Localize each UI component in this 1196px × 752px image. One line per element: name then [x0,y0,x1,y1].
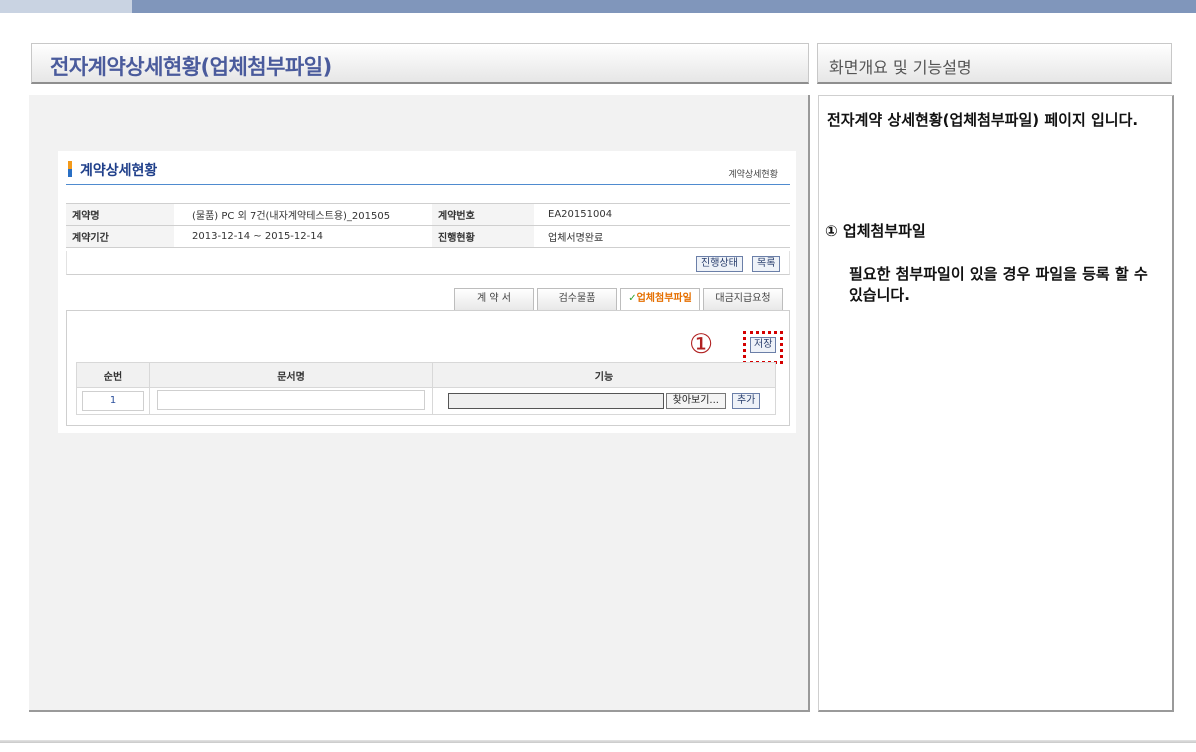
page-title: 전자계약상세현황(업체첨부파일) [50,55,332,79]
status-button[interactable]: 진행상태 [696,256,743,272]
page-title-box: 전자계약상세현황(업체첨부파일) [31,43,809,84]
description-heading: 전자계약 상세현황(업체첨부파일) 페이지 입니다. [827,111,1139,129]
description-panel: 전자계약 상세현황(업체첨부파일) 페이지 입니다. ① 업체첨부파일 필요한 … [818,95,1174,712]
contract-period-label: 계약기간 [66,225,174,248]
tab-inspection-items[interactable]: 검수물품 [537,288,617,310]
contract-no-label: 계약번호 [432,203,534,226]
top-accent-bar-light [0,0,132,13]
breadcrumb[interactable]: 계약상세현황 [728,167,778,180]
contract-info-table: 계약명 (물품) PC 외 7건(내자계약테스트용)_201505 계약번호 E… [66,203,790,248]
description-title: 화면개요 및 기능설명 [829,58,972,77]
tab-payment-request[interactable]: 대금지급요청 [703,288,783,310]
column-header-doc-name: 문서명 [149,362,433,388]
action-button-row: 진행상태 목록 [66,251,790,275]
file-path-input[interactable] [447,393,664,409]
bottom-divider [0,740,1196,743]
browse-button[interactable]: 찾아보기... [665,393,726,409]
contract-name-label: 계약명 [66,203,174,226]
screenshot-title: 계약상세현황 [80,163,158,179]
attachment-table: 순번 문서명 기능 1 찾아보기... 추가 [76,362,776,415]
description-item-text: 필요한 첨부파일이 있을 경우 파일을 등록 할 수 있습니다. [849,265,1148,304]
contract-period-value: 2013-12-14 ~ 2015-12-14 [174,225,432,248]
contract-detail-screenshot: 계약상세현황 계약상세현황 계약명 (물품) PC 외 7건(내자계약테스트용)… [58,151,796,433]
title-bullet-icon [68,161,76,177]
description-item-title: ① 업체첨부파일 [825,222,926,240]
doc-name-input[interactable] [157,389,425,410]
column-header-function: 기능 [432,362,776,388]
tab-contract[interactable]: 계 약 서 [454,288,534,310]
seq-field[interactable]: 1 [82,391,144,411]
add-button[interactable]: 추가 [731,393,761,409]
save-button[interactable]: 저장 [750,337,777,353]
top-accent-bar-dark [132,0,1196,13]
contract-name-value: (물품) PC 외 7건(내자계약테스트용)_201505 [174,203,432,226]
table-row: 1 찾아보기... 추가 [76,387,776,415]
description-title-box: 화면개요 및 기능설명 [817,43,1172,84]
marker-number: ① [689,329,714,360]
contract-no-value: EA20151004 [534,203,790,226]
column-header-seq: 순번 [76,362,150,388]
list-button[interactable]: 목록 [752,256,781,272]
progress-label: 진행현황 [432,225,534,248]
check-icon: ✓ [628,293,637,304]
tab-vendor-attachments[interactable]: ✓업체첨부파일 [620,288,700,311]
title-divider [66,184,790,185]
progress-value: 업체서명완료 [534,225,790,248]
